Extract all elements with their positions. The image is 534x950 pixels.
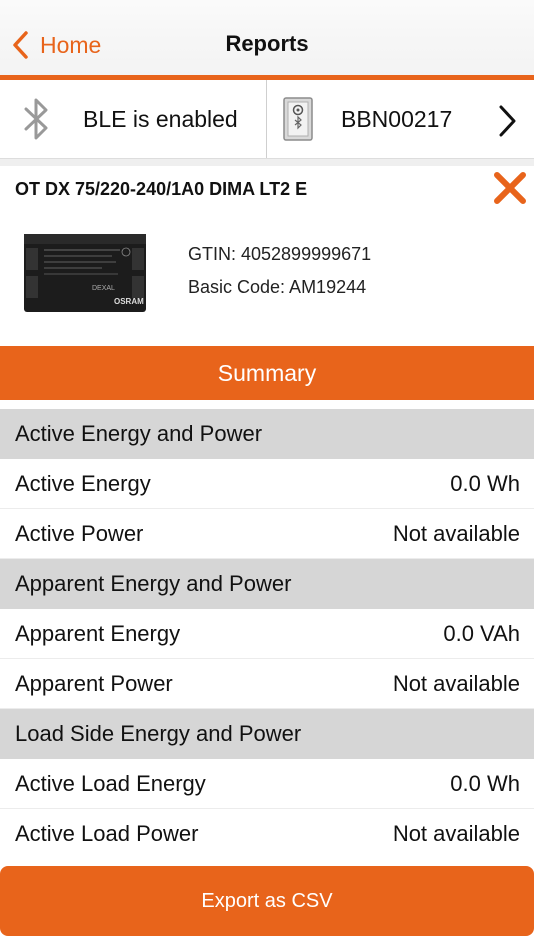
section-header: Apparent Energy and Power [0,559,534,609]
table-row: Apparent Power Not available [0,659,534,709]
row-label: Active Load Power [15,821,199,846]
basic-code-text: Basic Code: AM19244 [188,277,367,297]
row-label: Active Load Energy [15,770,206,796]
row-value: 0.0 VAh [443,620,520,646]
table-row: Active Power Not available [0,509,534,559]
section-header: Active Energy and Power [0,409,534,459]
table-row: Active Load Power Not available [0,809,534,859]
brand-logo-text: OSRAM [114,297,144,306]
ble-status: BLE is enabled [0,80,267,158]
product-image: DEXAL OSRAM [24,234,146,312]
gtin-text: GTIN: 4052899999671 [188,244,372,264]
nav-bar: Home Reports [0,0,534,76]
table-row: Active Energy 0.0 Wh [0,459,534,509]
row-label: Active Energy [15,470,151,496]
close-icon[interactable] [492,170,528,206]
row-label: Apparent Energy [15,620,181,646]
table-row: Apparent Energy 0.0 VAh [0,609,534,659]
product-card: OT DX 75/220-240/1A0 DIMA LT2 E DEXAL OS… [0,166,534,346]
ble-status-text: BLE is enabled [83,105,238,132]
connection-bar: BLE is enabled BBN00217 [0,80,534,159]
row-value: 0.0 Wh [450,470,520,496]
product-model-text: DEXAL [92,285,115,292]
separator [0,159,534,166]
row-value: Not available [392,670,520,696]
device-icon [283,97,313,141]
export-csv-button[interactable]: Export as CSV [0,866,534,936]
product-name: OT DX 75/220-240/1A0 DIMA LT2 E [15,179,308,199]
bluetooth-icon [24,98,48,140]
report-table: Active Energy and Power Active Energy 0.… [0,409,534,859]
page-title: Reports [225,31,309,56]
row-value: 0.0 Wh [450,770,520,796]
device-id: BBN00217 [341,105,453,132]
row-label: Active Power [15,520,144,546]
chevron-right-icon [499,105,516,137]
device-selector[interactable]: BBN00217 [267,80,534,158]
summary-header: Summary [0,346,534,400]
row-value: Not available [392,520,520,546]
row-value: Not available [392,821,520,846]
table-row: Active Load Energy 0.0 Wh [0,759,534,809]
row-label: Apparent Power [15,670,173,696]
section-header: Load Side Energy and Power [0,709,534,759]
